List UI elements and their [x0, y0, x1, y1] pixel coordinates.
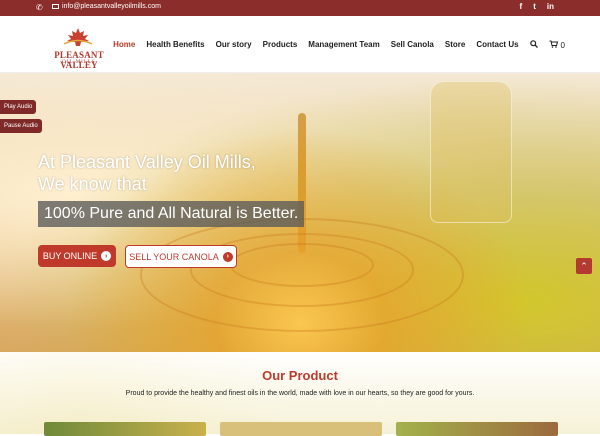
nav-item-home[interactable]: Home	[113, 40, 135, 50]
cart-count: 0	[560, 40, 565, 50]
envelope-icon	[52, 4, 59, 9]
pause-audio-button[interactable]: Pause Audio	[0, 119, 42, 133]
arrow-right-icon: ›	[101, 251, 112, 261]
linkedin-icon[interactable]: in	[547, 2, 554, 11]
hero-headline: At Pleasant Valley Oil Mills, We know th…	[38, 152, 256, 194]
nav-item-store[interactable]: Store	[445, 40, 465, 50]
email-link[interactable]: info@pleasantvalleyoilmills.com	[52, 3, 161, 10]
nav-item-contact-us[interactable]: Contact Us	[476, 40, 518, 50]
logo-subtitle: OIL MILLS	[62, 60, 96, 65]
section-title: Our Product	[262, 368, 338, 383]
oil-ripple	[140, 218, 464, 332]
cart-icon	[549, 40, 558, 50]
buy-online-label: BUY ONLINE	[42, 251, 98, 261]
scroll-to-top-button[interactable]: ⌃	[576, 258, 592, 274]
hero-banner: At Pleasant Valley Oil Mills, We know th…	[0, 73, 600, 352]
search-icon[interactable]	[529, 40, 538, 50]
email-text[interactable]: info@pleasantvalleyoilmills.com	[62, 3, 161, 10]
nav-item-our-story[interactable]: Our story	[216, 40, 252, 50]
play-audio-button[interactable]: Play Audio	[0, 100, 37, 114]
oil-bottle-image	[430, 81, 512, 223]
twitter-icon[interactable]: t	[533, 2, 536, 11]
phone-icon[interactable]: ✆	[36, 3, 43, 12]
product-section: Our Product Proud to provide the healthy…	[0, 352, 600, 436]
cart-button[interactable]: 0	[549, 40, 565, 50]
chevron-up-icon: ⌃	[580, 260, 588, 271]
site-logo[interactable]: PLEASANT VALLEY OIL MILLS	[35, 27, 123, 71]
nav-item-sell-canola[interactable]: Sell Canola	[391, 40, 434, 50]
maple-leaf-icon	[63, 28, 93, 46]
social-links: f t in	[520, 2, 554, 11]
main-nav: Home Health Benefits Our story Products …	[113, 40, 565, 50]
sell-canola-label: SELL YOUR CANOLA	[129, 251, 219, 262]
arrow-right-icon: ›	[222, 251, 233, 262]
nav-item-health-benefits[interactable]: Health Benefits	[146, 40, 204, 50]
nav-item-management-team[interactable]: Management Team	[308, 40, 379, 50]
sell-canola-button[interactable]: SELL YOUR CANOLA ›	[125, 245, 237, 268]
buy-online-button[interactable]: BUY ONLINE ›	[38, 245, 116, 267]
site-header: PLEASANT VALLEY OIL MILLS Home Health Be…	[0, 16, 600, 73]
facebook-icon[interactable]: f	[520, 2, 523, 11]
section-description: Proud to provide the healthy and finest …	[125, 390, 475, 397]
hero-tagline: 100% Pure and All Natural is Better.	[38, 201, 305, 227]
nav-item-products[interactable]: Products	[263, 40, 298, 50]
top-bar: ✆ info@pleasantvalleyoilmills.com f t in	[0, 0, 600, 16]
